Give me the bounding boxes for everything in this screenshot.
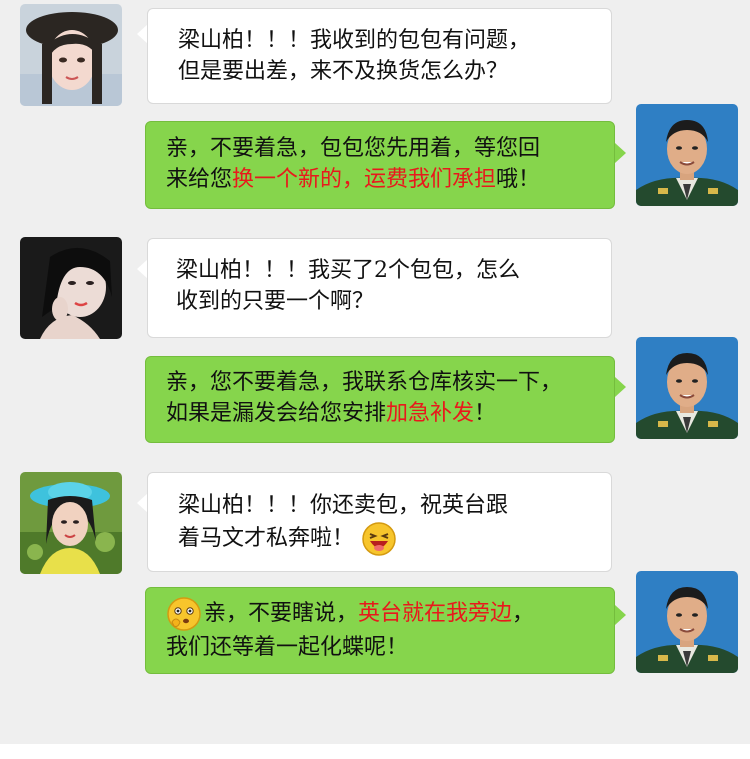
message-text: 亲，您不要着急，我联系仓库核实一下， [166,370,563,395]
message-bubble-3[interactable]: 梁山柏！！！我买了2个包包，怎么 收到的只要一个啊？ [147,238,612,338]
message-text: 我们还等着一起化蝶呢！ [166,635,409,660]
message-bubble-6[interactable]: 亲，不要瞎说，英台就在我旁边， 我们还等着一起化蝶呢！ [145,587,615,674]
customer-avatar-1[interactable] [20,4,122,106]
message-bubble-5[interactable]: 梁山柏！！！你还卖包，祝英台跟 着马文才私奔啦！ [147,472,612,572]
highlight-text: 换一个新的，运费我们承担 [232,167,497,192]
message-text: 亲，不要瞎说，英台就在我旁边， [166,596,614,632]
bubble-tail [615,377,626,397]
message-text: 着马文才私奔啦！ [178,521,611,557]
bottom-strip [0,744,750,759]
message-text: 如果是漏发会给您安排加急补发！ [166,401,497,426]
message-text: 梁山柏！！！我买了2个包包，怎么 [176,258,520,283]
highlight-text: 英台就在我旁边 [358,601,513,626]
agent-avatar[interactable] [636,337,738,439]
message-bubble-4[interactable]: 亲，您不要着急，我联系仓库核实一下， 如果是漏发会给您安排加急补发！ [145,356,615,443]
laughing-emoji-icon [362,522,396,556]
agent-avatar[interactable] [636,104,738,206]
message-text: 来给您换一个新的，运费我们承担哦！ [166,167,541,192]
message-text: 梁山柏！！！我收到的包包有问题， [178,28,531,53]
bubble-tail [615,605,626,625]
bubble-tail [615,143,626,163]
highlight-text: 加急补发 [386,401,475,426]
customer-avatar-3[interactable] [20,472,122,574]
customer-avatar-2[interactable] [20,237,122,339]
agent-avatar[interactable] [636,571,738,673]
thinking-emoji-icon [167,597,201,631]
message-text: 但是要出差，来不及换货怎么办？ [178,59,509,84]
message-bubble-2[interactable]: 亲，不要着急，包包您先用着，等您回 来给您换一个新的，运费我们承担哦！ [145,121,615,209]
message-text: 梁山柏！！！你还卖包，祝英台跟 [178,493,509,518]
message-text: 收到的只要一个啊？ [176,289,375,314]
message-bubble-1[interactable]: 梁山柏！！！我收到的包包有问题， 但是要出差，来不及换货怎么办？ [147,8,612,104]
message-text: 亲，不要着急，包包您先用着，等您回 [166,136,541,161]
